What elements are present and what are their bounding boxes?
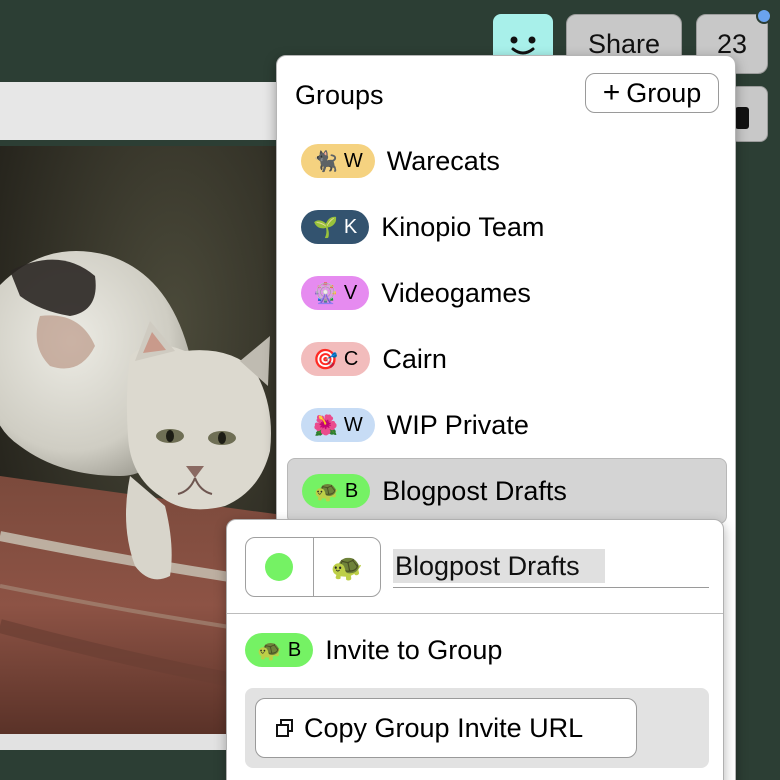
group-row-warecats[interactable]: 🐈‍⬛ W Warecats [287,128,727,194]
plus-icon: + [602,76,621,109]
group-name: Kinopio Team [381,211,545,242]
group-name: Blogpost Drafts [382,475,567,506]
group-badge: 🐢 B [245,633,314,667]
group-badge: 🎡 V [301,276,370,310]
group-name: Videogames [381,277,531,308]
card-header-strip [0,82,290,140]
group-color-picker-button[interactable] [246,538,313,596]
group-appearance-picker: 🐢 [245,537,381,597]
group-list: 🐈‍⬛ W Warecats 🌱 K Kinopio Team 🎡 V Vide… [287,128,727,524]
add-group-button[interactable]: + Group [585,73,719,113]
group-badge: 🎯 C [301,342,371,376]
group-badge: 🐢 B [302,474,371,508]
flower-emoji-icon: 🌺 [313,414,338,437]
group-row-blogpost-drafts[interactable]: 🐢 B Blogpost Drafts [287,458,727,524]
color-swatch [265,553,294,581]
group-badge: 🌺 W [301,408,375,442]
group-details-dialog: 🐢 🐢 B Invite to Group Copy Group Invite … [226,519,724,780]
invite-url-panel: Copy Group Invite URL [245,688,709,768]
target-emoji-icon: 🎯 [313,348,338,371]
section-divider [227,613,723,614]
group-badge-letter: B [344,479,359,502]
copy-url-label: Copy Group Invite URL [304,712,584,743]
group-badge: 🐈‍⬛ W [301,144,375,178]
turtle-emoji-icon: 🐢 [257,639,282,662]
groups-dialog-title: Groups [295,80,384,110]
invite-section-header: 🐢 B Invite to Group [245,633,502,667]
group-badge-letter: V [343,281,358,304]
group-badge-letter: B [287,638,302,661]
group-row-videogames[interactable]: 🎡 V Videogames [287,260,727,326]
button-glyph [735,107,749,129]
group-name: Warecats [386,145,500,176]
group-badge-letter: W [343,413,363,436]
group-badge-letter: C [343,347,359,370]
group-badge-letter: K [343,215,358,238]
copy-group-invite-url-button[interactable]: Copy Group Invite URL [255,698,637,758]
group-emoji-picker-button[interactable]: 🐢 [312,538,381,596]
copy-icon [276,719,293,737]
invite-to-group-label: Invite to Group [325,634,503,665]
cat-emoji-icon: 🐈‍⬛ [313,150,338,173]
unread-indicator-dot [756,8,772,24]
group-row-cairn[interactable]: 🎯 C Cairn [287,326,727,392]
group-name: WIP Private [386,409,529,440]
group-badge: 🌱 K [301,210,370,244]
group-row-kinopio-team[interactable]: 🌱 K Kinopio Team [287,194,727,260]
group-name-input[interactable] [393,546,709,588]
group-row-wip-private[interactable]: 🌺 W WIP Private [287,392,727,458]
group-badge-letter: W [343,149,363,172]
turtle-emoji-icon: 🐢 [330,551,363,582]
turtle-emoji-icon: 🐢 [314,480,339,503]
ferris-wheel-emoji-icon: 🎡 [313,282,338,305]
group-name: Cairn [382,343,447,374]
add-group-label: Group [626,77,702,108]
seedling-emoji-icon: 🌱 [313,216,338,239]
